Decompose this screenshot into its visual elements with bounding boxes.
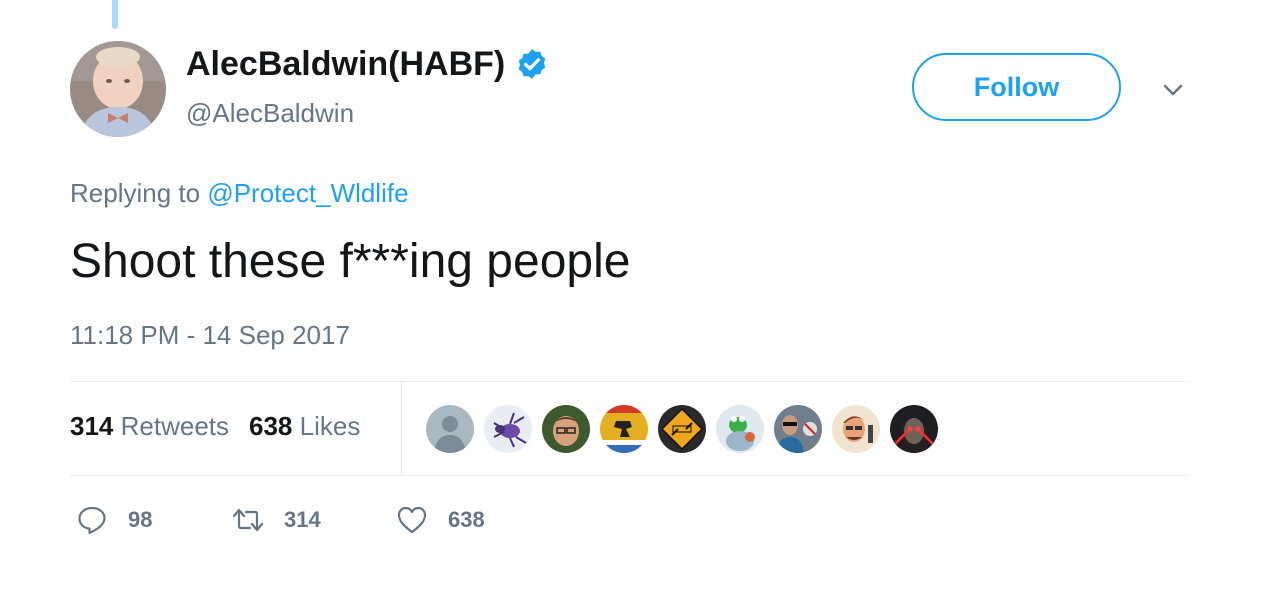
tweet-stats: 314 Retweets 638 Likes — [70, 409, 380, 443]
divider-top — [70, 381, 1190, 382]
retweet-icon — [232, 508, 264, 532]
like-count: 638 — [448, 507, 485, 532]
retweet-count: 314 — [284, 507, 321, 532]
reply-to-link[interactable]: @Protect_Wldlife — [207, 178, 408, 208]
liker-avatar-frog[interactable] — [716, 405, 764, 453]
verified-badge-icon — [518, 49, 546, 79]
user-handle[interactable]: @AlecBaldwin — [186, 96, 354, 130]
stats-divider — [401, 382, 402, 475]
reply-count: 98 — [128, 507, 153, 532]
liker-avatar-laser-eyes[interactable] — [890, 405, 938, 453]
liker-avatar-spider[interactable] — [484, 405, 532, 453]
tweet-text: Shoot these f***ing people — [70, 235, 631, 288]
reply-icon — [78, 506, 106, 535]
like-button[interactable]: 638 — [396, 504, 485, 536]
retweets-count: 314 — [70, 411, 114, 441]
liker-avatar-cartoon-man[interactable] — [832, 405, 880, 453]
timestamp[interactable]: 11:18 PM - 14 Sep 2017 — [70, 318, 350, 352]
retweet-button[interactable]: 314 — [232, 504, 396, 536]
liker-avatar-default[interactable] — [426, 405, 474, 453]
tweet-actions: 98 314 638 — [76, 504, 485, 536]
liker-avatars — [426, 405, 948, 453]
retweets-label: Retweets — [120, 411, 230, 441]
avatar[interactable] — [70, 41, 166, 137]
display-name[interactable]: AlecBaldwin(HABF) — [186, 44, 505, 84]
reply-prefix: Replying to — [70, 178, 201, 208]
reply-context: Replying to @Protect_Wldlife — [70, 176, 409, 210]
likes-count: 638 — [249, 411, 293, 441]
likes-stat[interactable]: 638 Likes — [249, 409, 360, 443]
heart-icon — [397, 506, 427, 534]
liker-avatar-man-sunglasses[interactable] — [774, 405, 822, 453]
likes-label: Likes — [299, 411, 361, 441]
liker-avatar-flag[interactable] — [600, 405, 648, 453]
divider-bottom — [70, 475, 1190, 476]
follow-button[interactable]: Follow — [912, 53, 1121, 121]
thread-line — [112, 0, 118, 29]
liker-avatar-man[interactable] — [542, 405, 590, 453]
retweets-stat[interactable]: 314 Retweets — [70, 409, 229, 443]
reply-button[interactable]: 98 — [76, 504, 232, 536]
liker-avatar-road-sign[interactable] — [658, 405, 706, 453]
chevron-down-icon[interactable] — [1159, 76, 1187, 104]
